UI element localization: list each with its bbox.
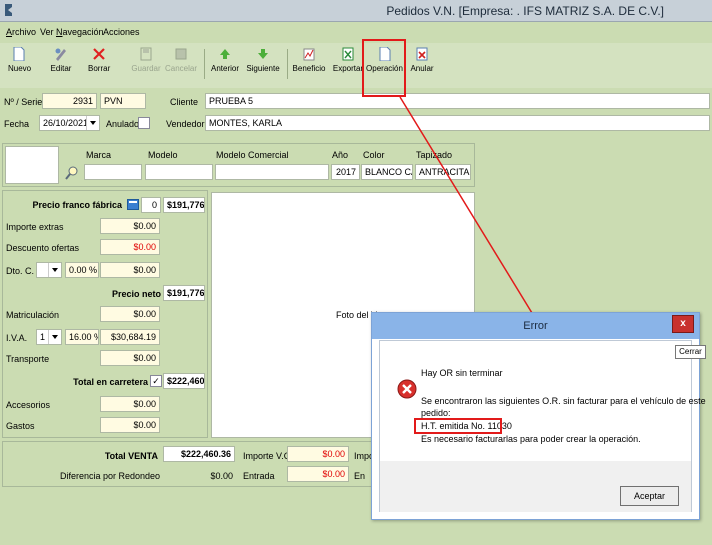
dialog-title-bar: Error x xyxy=(372,313,699,339)
dialog-footer: Aceptar xyxy=(380,461,691,512)
highlight-rectangle xyxy=(414,418,502,434)
close-button[interactable]: x xyxy=(672,315,694,333)
error-dialog: Error x Hay OR sin terminar Se encontrar… xyxy=(371,312,706,520)
close-tooltip: Cerrar xyxy=(675,345,706,359)
dialog-title: Error xyxy=(523,320,548,332)
dialog-message-line: Se encontraron las siguientes O.R. sin f… xyxy=(421,396,706,406)
error-icon xyxy=(397,379,417,399)
dialog-message-title: Hay OR sin terminar xyxy=(421,368,503,378)
dialog-message-line: Es necesario facturarlas para poder crea… xyxy=(421,434,641,444)
dialog-message-line: pedido: xyxy=(421,408,451,418)
aceptar-button[interactable]: Aceptar xyxy=(620,486,679,506)
